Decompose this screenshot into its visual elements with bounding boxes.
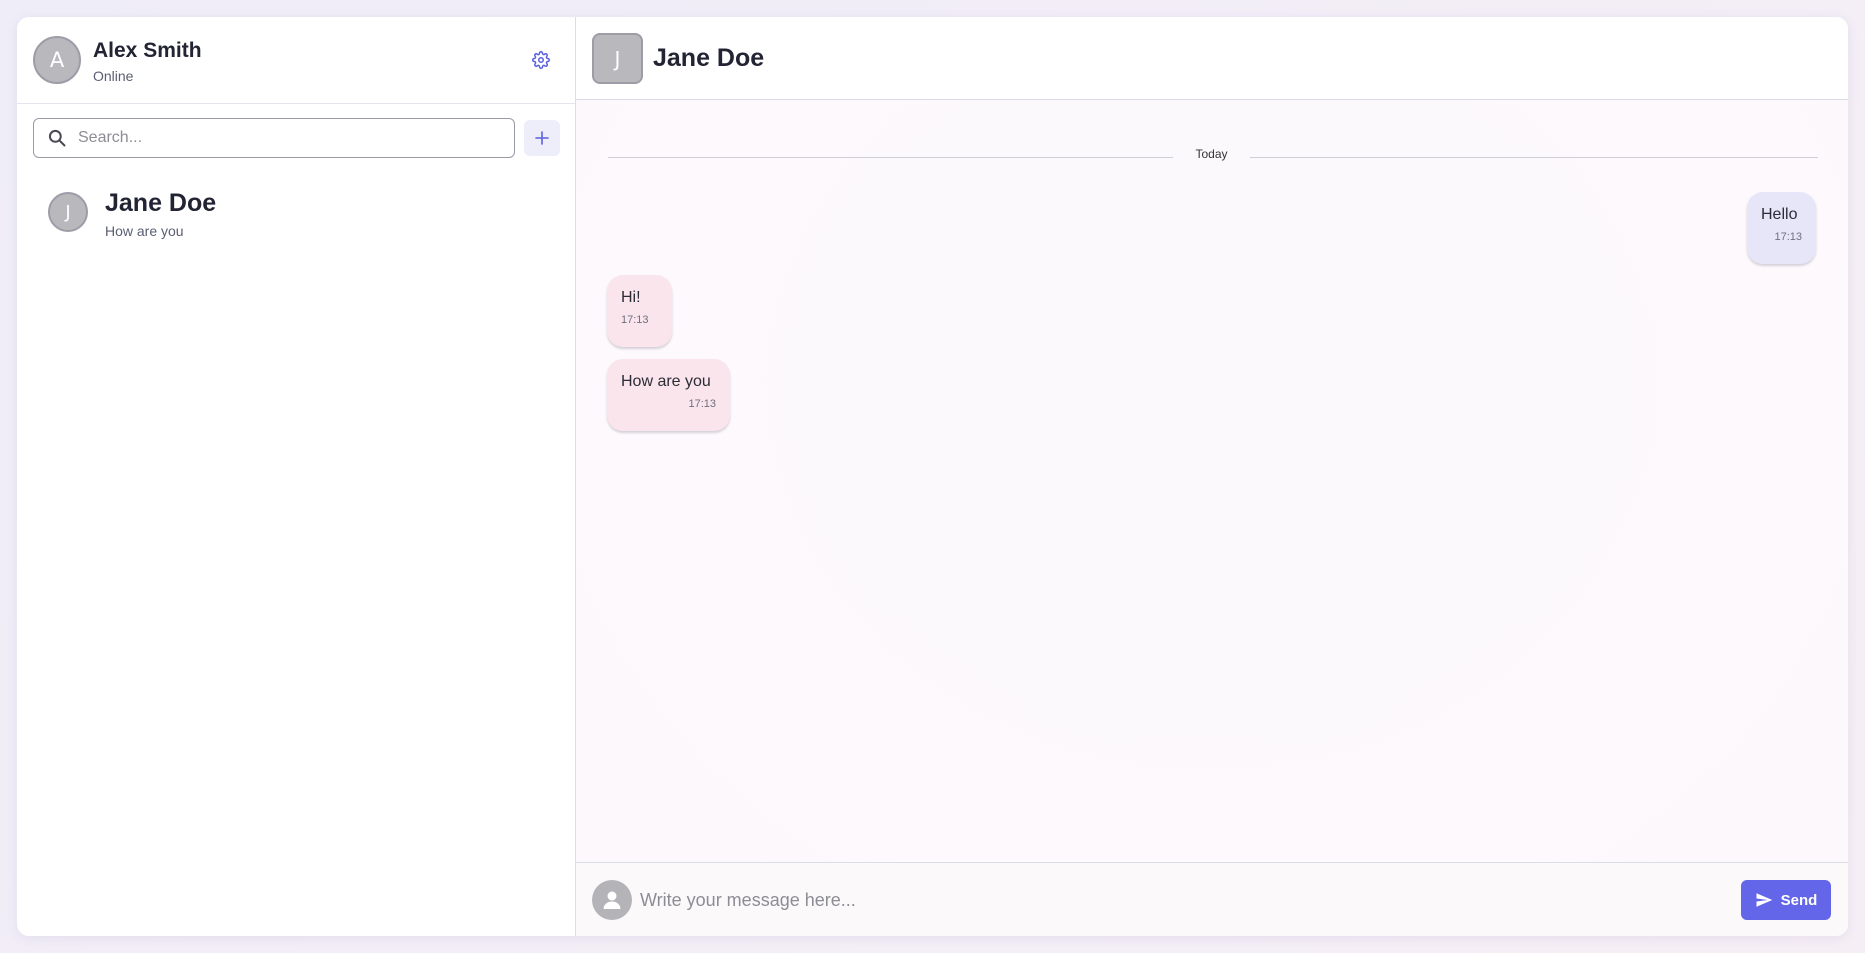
message-time: 17:13	[621, 314, 649, 326]
message-text: Hello	[1761, 206, 1798, 223]
composer-avatar	[592, 880, 632, 920]
date-divider: Today	[608, 147, 1818, 161]
message-input[interactable]	[640, 882, 1640, 918]
paper-plane-icon	[1756, 893, 1772, 907]
contact-last-message: How are you	[105, 223, 184, 239]
contact-list-item[interactable]: J Jane Doe How are you	[17, 174, 575, 254]
incoming-message[interactable]: Hi! 17:13	[607, 275, 672, 347]
divider-line	[608, 157, 1173, 158]
user-icon	[603, 891, 621, 909]
message-time: 17:13	[1774, 231, 1802, 243]
search-input[interactable]	[78, 119, 508, 157]
add-contact-button[interactable]	[524, 120, 560, 156]
user-avatar[interactable]: A	[33, 36, 81, 84]
user-status: Online	[93, 68, 134, 84]
settings-button[interactable]	[530, 49, 552, 71]
message-time: 17:13	[688, 398, 716, 410]
search-box[interactable]	[33, 118, 515, 158]
plus-icon	[535, 131, 549, 145]
gear-icon	[532, 51, 550, 69]
divider-line	[1250, 157, 1818, 158]
search-icon	[48, 129, 66, 147]
send-button[interactable]: Send	[1741, 880, 1831, 920]
incoming-message[interactable]: How are you 17:13	[607, 359, 730, 431]
search-row	[17, 104, 575, 174]
date-divider-label: Today	[1195, 147, 1228, 161]
message-text: How are you	[621, 373, 711, 390]
user-name: Alex Smith	[93, 39, 202, 62]
chat-contact-name: Jane Doe	[653, 44, 765, 72]
send-button-label: Send	[1780, 891, 1818, 909]
contact-name: Jane Doe	[105, 189, 217, 217]
chat-header: J Jane Doe	[576, 17, 1848, 100]
chat-contact-avatar[interactable]: J	[592, 33, 643, 84]
outgoing-message[interactable]: Hello 17:13	[1747, 192, 1816, 264]
chat-pane: J Jane Doe Today Hello 17:13 Hi! 17:13 H…	[576, 17, 1848, 936]
message-composer: Send	[576, 862, 1848, 936]
contact-avatar: J	[48, 192, 88, 232]
sidebar: A Alex Smith Online Search... J Jane Doe…	[17, 17, 576, 936]
user-profile: A Alex Smith Online	[17, 17, 575, 104]
message-text: Hi!	[621, 289, 641, 306]
chat-app-window: A Alex Smith Online Search... J Jane Doe…	[17, 17, 1848, 936]
